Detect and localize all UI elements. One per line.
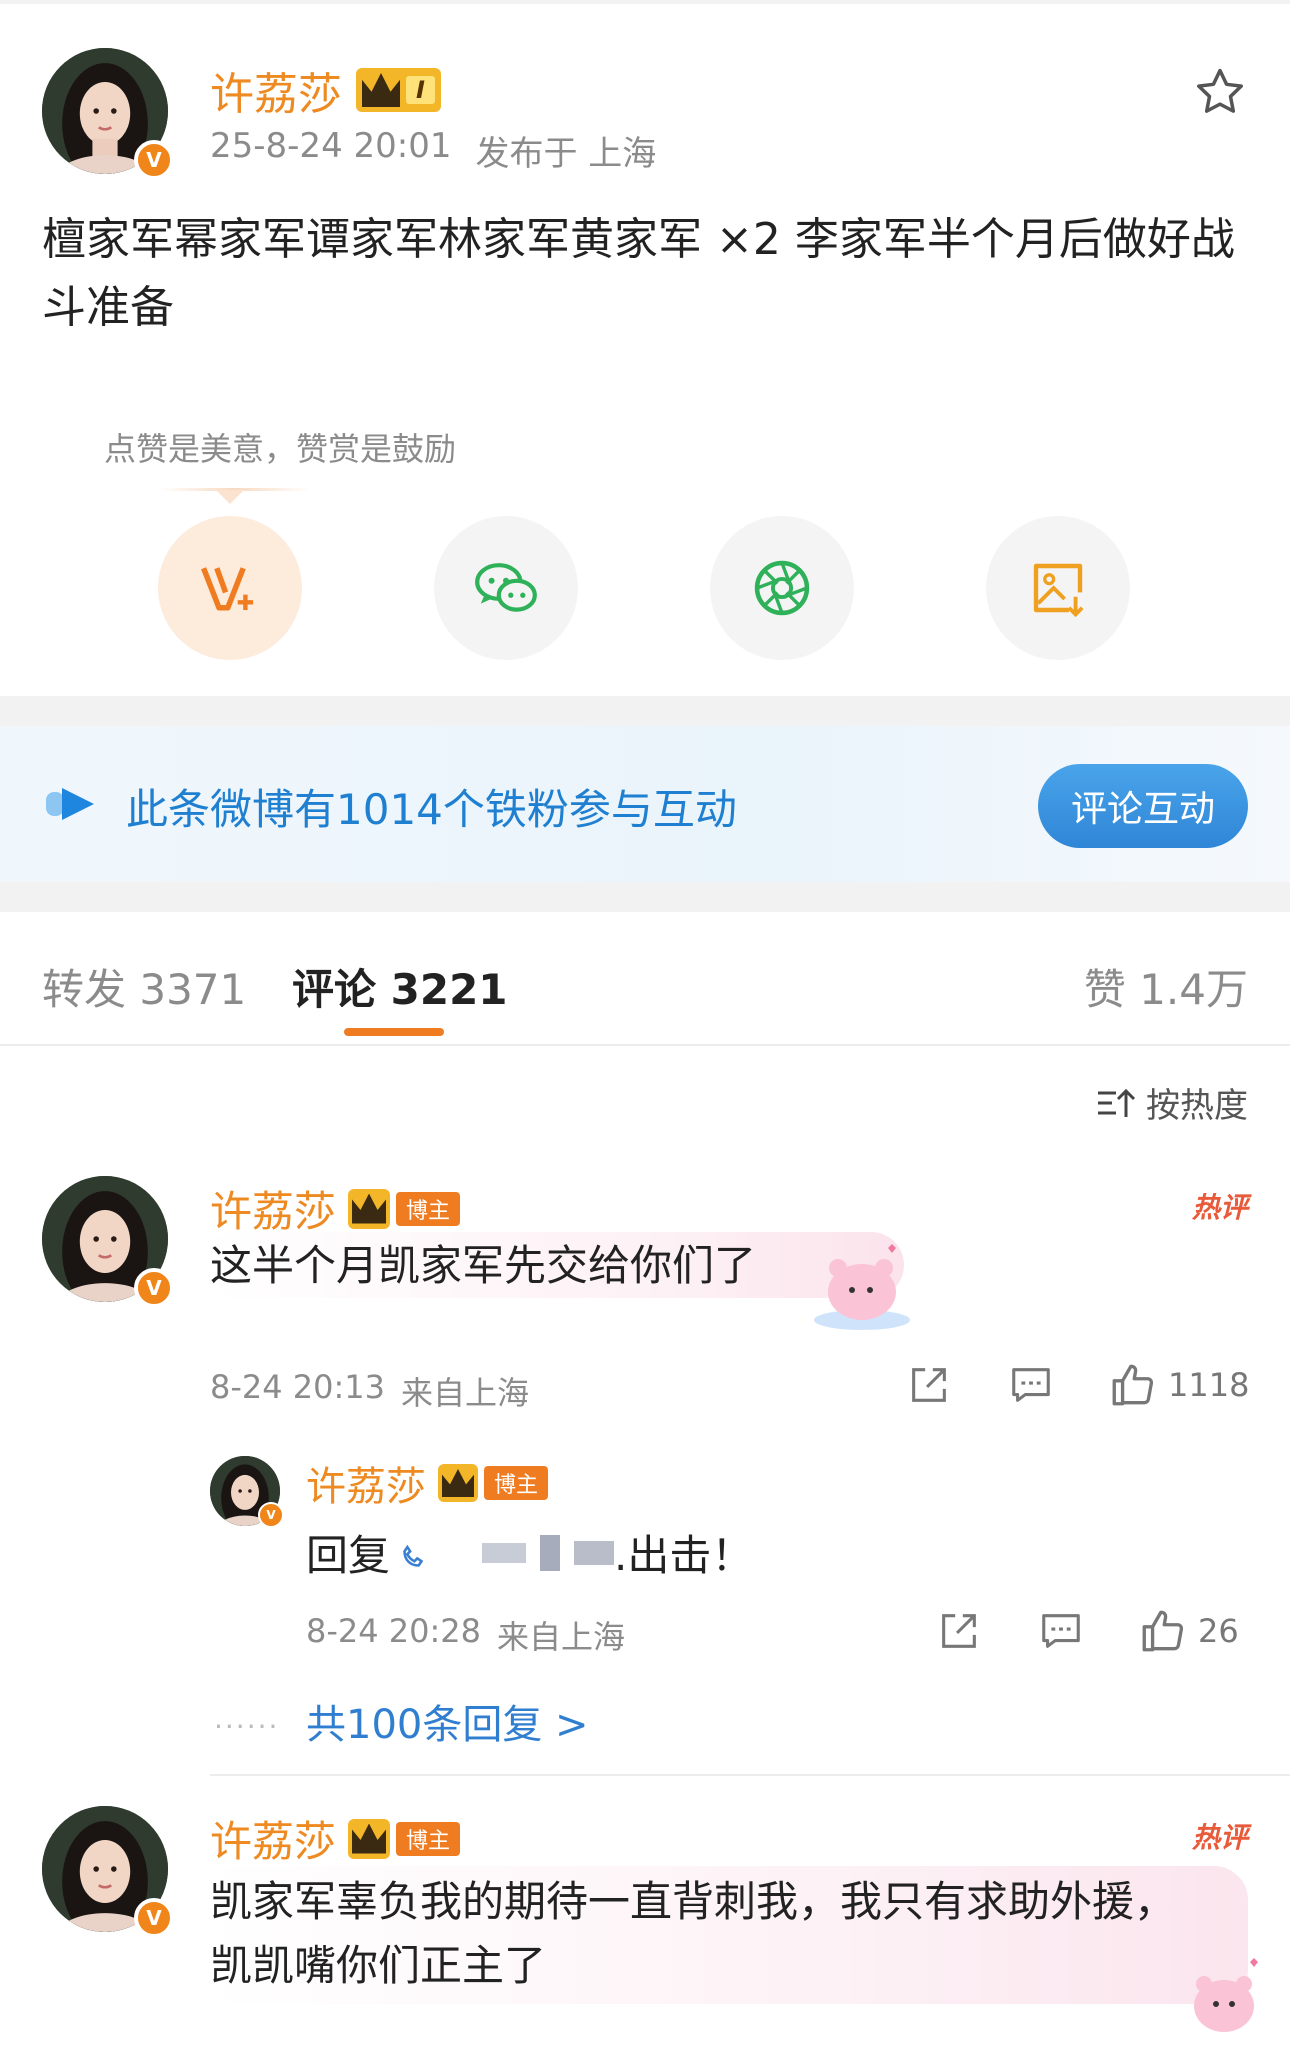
member-crown-badge [438, 1464, 478, 1502]
section-gap [0, 696, 1290, 726]
blurred-mention [482, 1534, 615, 1571]
host-tag: 博主 [396, 1191, 461, 1226]
comment-text: 凯家军辜负我的期待一直背刺我，我只有求助外援，凯凯嘴你们正主了 [210, 1877, 1177, 1990]
share-icon [912, 1368, 946, 1402]
comment-author-name[interactable]: 许荔莎 [210, 1808, 336, 1869]
save-image-icon [1033, 563, 1084, 618]
post-time: 25-8-24 20:01 [210, 126, 452, 166]
fans-banner-text: 此条微博有1014个铁粉参与互动 [126, 785, 737, 834]
verified-badge-icon: V [134, 1898, 174, 1938]
reply-like-count: 26 [1198, 1612, 1239, 1650]
reward-hint-text: 点赞是美意，赞赏是鼓励 [104, 430, 457, 468]
sort-icon [1098, 1088, 1136, 1117]
post-body-text: 檀家军幂家军谭家军林家军黄家军 ×2 李家军半个月后做好战斗准备 [42, 214, 1235, 333]
reply-icon [1012, 1368, 1050, 1402]
reward-icon [201, 567, 254, 611]
favorite-star-icon[interactable] [1192, 64, 1248, 120]
comment-text: 这半个月凯家军先交给你们了 [210, 1241, 757, 1290]
reply-location: 来自上海 [497, 1618, 626, 1656]
crown-icon [362, 73, 400, 107]
member-crown-badge [348, 1188, 391, 1229]
tab-active-indicator [344, 1028, 444, 1036]
comment-like-button[interactable]: 1118 [1108, 1360, 1249, 1410]
reward-button[interactable] [158, 516, 302, 660]
crown-icon [442, 1469, 474, 1497]
crown-icon [352, 1823, 387, 1854]
member-crown-badge [348, 1818, 391, 1859]
thumbs-up-icon [1112, 1364, 1154, 1406]
save-image-button[interactable] [986, 516, 1130, 660]
reply-reply-button[interactable] [1038, 1608, 1084, 1654]
verified-badge-icon: V [258, 1502, 284, 1528]
comment-author-name[interactable]: 许荔莎 [210, 1178, 336, 1239]
fans-banner[interactable]: 此条微博有1014个铁粉参与互动 评论互动 [0, 726, 1290, 882]
tab-repost[interactable]: 转发 3371 [42, 956, 246, 1017]
wechat-icon [475, 563, 537, 612]
reply-author-name[interactable]: 许荔莎 [306, 1454, 426, 1512]
top-edge [0, 0, 1290, 4]
crown-icon [352, 1193, 387, 1224]
verified-badge-icon: V [134, 1268, 174, 1308]
moments-icon [754, 560, 810, 616]
verified-badge-icon: V [134, 140, 174, 180]
sort-label: 按热度 [1146, 1086, 1248, 1126]
hot-comment-badge: 热评 [1191, 1191, 1248, 1224]
comment-interact-button[interactable]: 评论互动 [1038, 764, 1248, 848]
section-gap [0, 882, 1290, 912]
tabs-divider [0, 1044, 1290, 1046]
sort-button[interactable]: 按热度 [1096, 1078, 1248, 1127]
post-location: 发布于 上海 [475, 134, 657, 174]
reward-hint-arrow [216, 490, 244, 504]
reply-time: 8-24 20:28 [306, 1612, 482, 1650]
post-author-name[interactable]: 许荔莎 [210, 58, 342, 122]
reply-prefix: 回复 [306, 1531, 391, 1580]
more-dots: ······ [214, 1710, 280, 1743]
member-level-text: I [406, 76, 435, 104]
thumbs-up-icon [1142, 1610, 1184, 1652]
reply-text: 回复 .出击！ [306, 1522, 753, 1583]
share-wechat-button[interactable] [434, 516, 578, 660]
reply-suffix: .出击！ [614, 1531, 754, 1580]
comment-reply-button[interactable] [1008, 1362, 1054, 1408]
pink-bear-sticker-icon [1194, 1958, 1258, 2032]
reply-share-button[interactable] [936, 1608, 982, 1654]
tab-like[interactable]: 赞 1.4万 [1084, 956, 1248, 1017]
hot-comment-badge: 热评 [1191, 1821, 1248, 1854]
reply-like-button[interactable]: 26 [1138, 1606, 1239, 1656]
fans-interaction-icon [46, 788, 94, 820]
host-tag: 博主 [484, 1466, 549, 1500]
link-icon [403, 1544, 424, 1567]
host-tag: 博主 [396, 1821, 461, 1856]
comment-share-button[interactable] [906, 1362, 952, 1408]
comment-like-count: 1118 [1168, 1366, 1250, 1404]
reply-icon [1042, 1614, 1080, 1648]
comment-divider [210, 1774, 1290, 1776]
comment-time: 8-24 20:13 [210, 1368, 386, 1406]
pink-bear-sticker-icon [814, 1244, 910, 1330]
tab-comment[interactable]: 评论 3221 [292, 956, 508, 1017]
share-moments-button[interactable] [710, 516, 854, 660]
member-level-badge: I [356, 68, 441, 112]
comment-location: 来自上海 [401, 1374, 530, 1412]
more-replies-link[interactable]: 共100条回复 > [306, 1692, 589, 1750]
share-icon [942, 1614, 976, 1648]
